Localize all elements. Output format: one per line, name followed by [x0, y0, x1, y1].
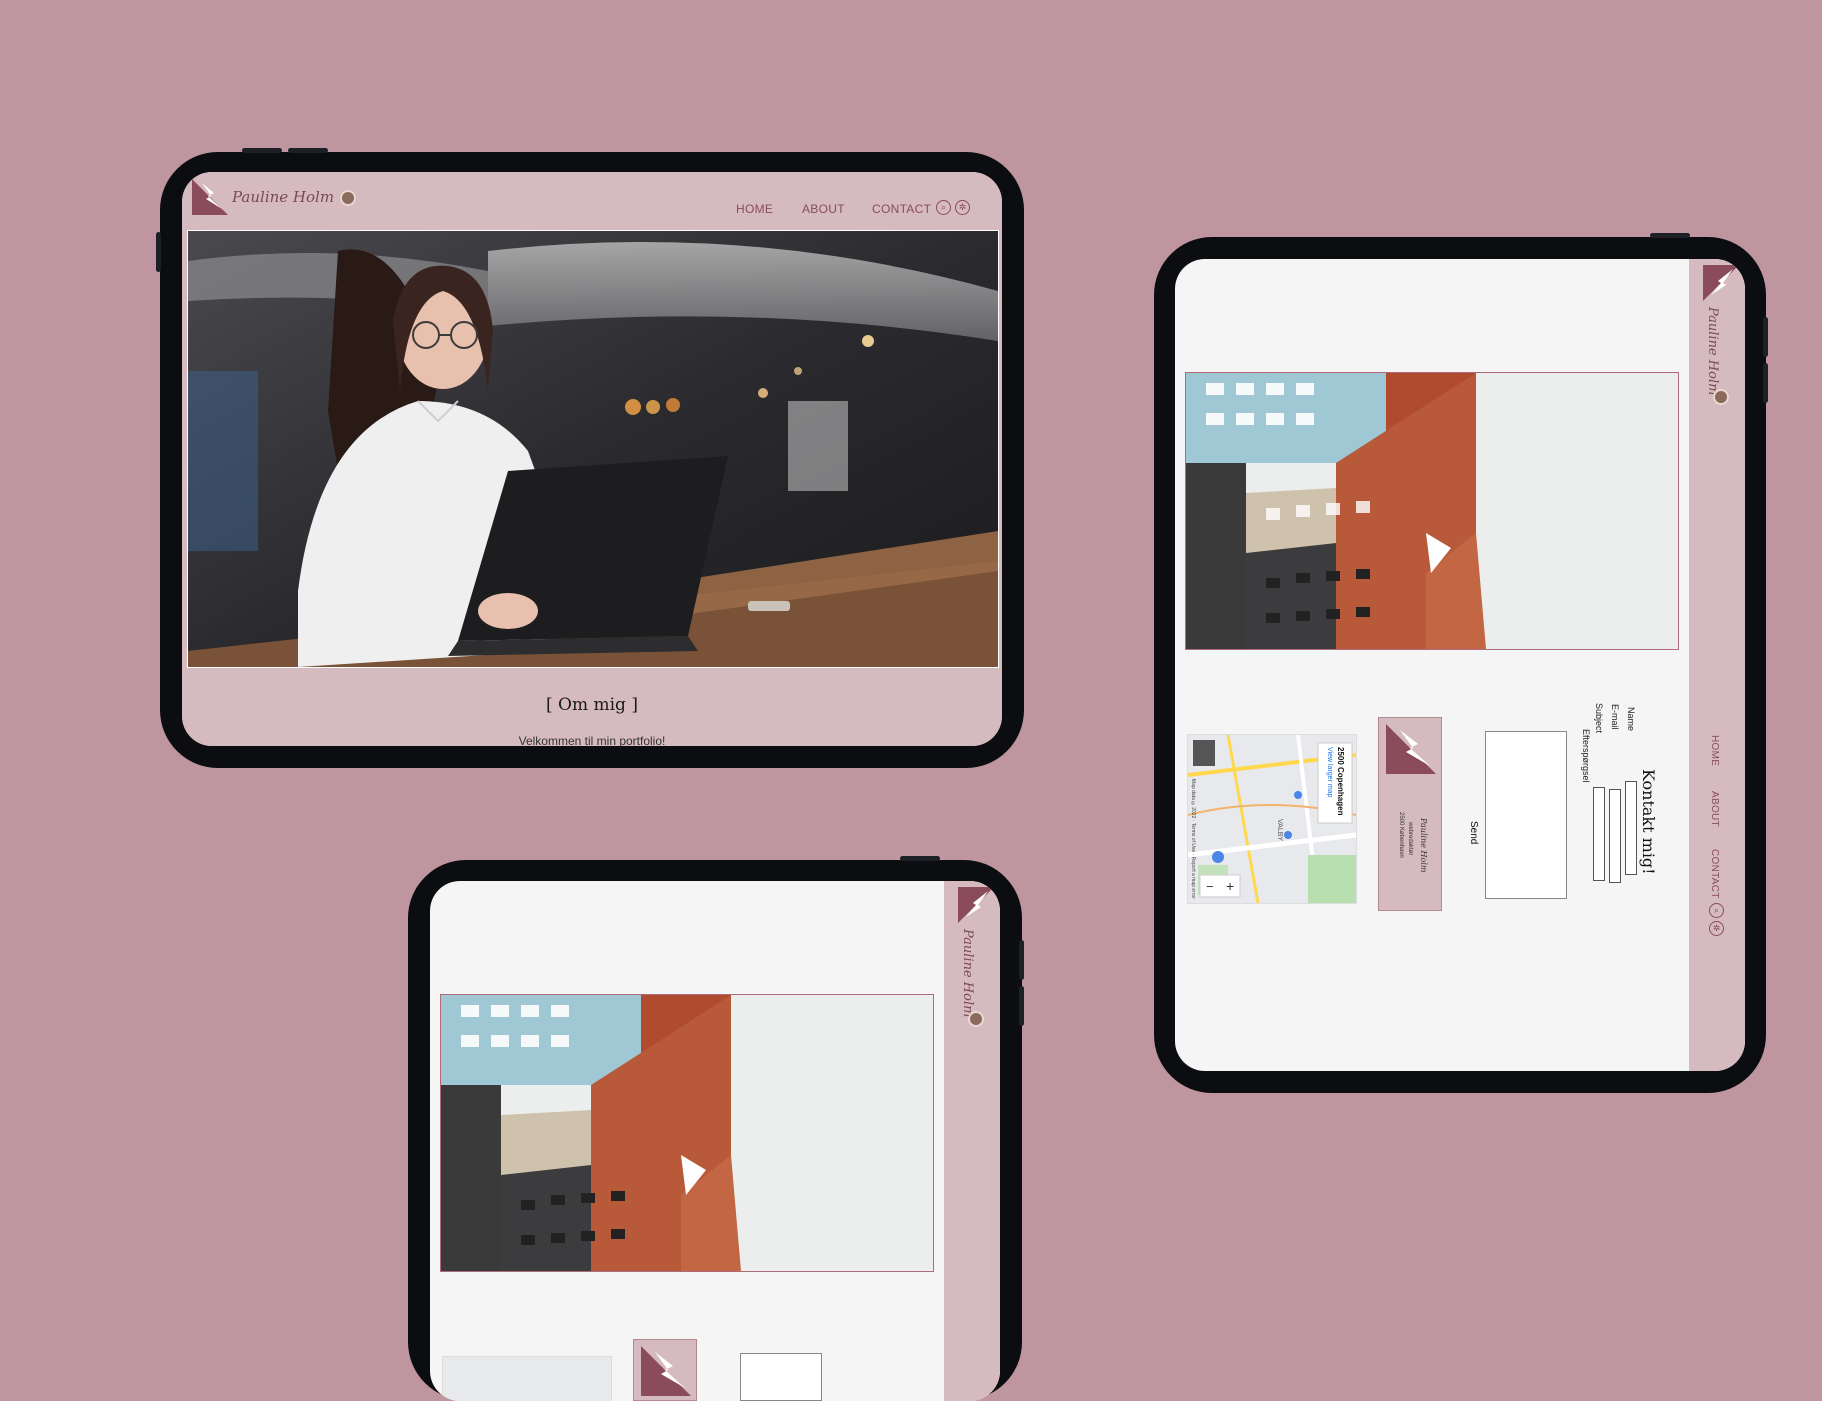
nav-contact[interactable]: CONTACT — [872, 202, 931, 216]
tablet-landscape-home: Pauline Holm HOME ABOUT CONTACT ⌕ ✲ [Om… — [156, 148, 1024, 768]
avatar-icon — [1713, 389, 1729, 405]
brand-name[interactable]: Pauline Holm — [960, 929, 975, 1017]
map-zoom-in-button[interactable]: + — [1226, 878, 1234, 894]
map-place: 2500 Copenhagen — [1336, 747, 1345, 816]
logo-icon[interactable] — [1703, 265, 1739, 301]
avatar-icon — [340, 190, 357, 206]
home-screen: Pauline Holm HOME ABOUT CONTACT ⌕ ✲ [Om… — [182, 172, 1002, 746]
email-label: E-mail — [1610, 704, 1620, 730]
nav-home[interactable]: HOME — [736, 202, 773, 216]
copenhagen-photo — [440, 994, 934, 1272]
name-field[interactable] — [1625, 781, 1637, 875]
name-label: Name — [1626, 707, 1636, 732]
nav-about[interactable]: ABOUT — [1709, 791, 1720, 827]
location-map[interactable] — [442, 1356, 612, 1401]
avatar-icon — [968, 1011, 984, 1027]
settings-icon[interactable]: ✲ — [955, 200, 970, 215]
card-address: 2500 København — [1398, 812, 1404, 858]
tablet-button — [1763, 317, 1768, 357]
copenhagen-photo — [1185, 372, 1679, 650]
brand-name[interactable]: Pauline Holm — [1705, 307, 1720, 395]
map-district: VALBY — [1276, 819, 1283, 842]
tablet-button — [242, 148, 282, 153]
site-sidebar: Pauline Holm — [944, 881, 1000, 1401]
subject-field[interactable] — [1593, 787, 1605, 881]
contact-screen: 2500 Copenhagen View larger map VALBY Ma… — [1175, 259, 1745, 1071]
map-attribution: Map data ©2022 · Terms of Use · Report a… — [1190, 779, 1196, 899]
logo-icon[interactable] — [958, 887, 994, 923]
logo-icon[interactable] — [192, 179, 228, 215]
subject-label: Subject — [1594, 703, 1604, 734]
nav-about[interactable]: ABOUT — [802, 202, 845, 216]
card-name: Pauline Holm — [1419, 818, 1428, 873]
tablet-button — [1019, 986, 1024, 1026]
tablet-button — [1763, 363, 1768, 403]
card-role: webredaktør — [1407, 822, 1413, 856]
card-logo-icon — [641, 1346, 691, 1396]
tablet-rotated-contact: 2500 Copenhagen View larger map VALBY Ma… — [1154, 233, 1768, 1093]
contact-screen-cropped: Pauline Holm — [430, 881, 1000, 1401]
search-icon[interactable]: ⌕ — [936, 200, 951, 215]
nav-home[interactable]: HOME — [1709, 735, 1720, 766]
message-textarea[interactable] — [740, 1353, 822, 1401]
site-sidebar: Pauline Holm HOME ABOUT CONTACT ⌕ ✲ — [1689, 259, 1745, 1071]
card-logo-icon — [1386, 724, 1436, 774]
contact-title: Kontakt mig! — [1639, 769, 1658, 875]
settings-icon[interactable]: ✲ — [1709, 921, 1724, 936]
site-brand[interactable]: Pauline Holm — [232, 188, 357, 206]
tablet-button — [288, 148, 328, 153]
tablet-button — [156, 232, 161, 272]
map-zoom-out-button[interactable]: − — [1206, 879, 1214, 894]
search-icon[interactable]: ⌕ — [1709, 903, 1724, 918]
about-title: [ Om mig ] — [546, 695, 638, 715]
send-button[interactable]: Send — [1468, 821, 1479, 844]
hero-photo — [187, 230, 999, 668]
tablet-button — [1650, 233, 1690, 238]
welcome-text: Velkommen til min portfolio! — [518, 734, 666, 746]
brand-name: Pauline Holm — [232, 188, 335, 206]
location-map[interactable]: 2500 Copenhagen View larger map VALBY Ma… — [1187, 734, 1357, 904]
message-textarea[interactable] — [1485, 731, 1567, 899]
tablet-button — [900, 856, 940, 861]
tablet-rotated-contact-cropped: Pauline Holm — [408, 856, 1024, 1401]
map-larger-link[interactable]: View larger map — [1326, 747, 1333, 797]
tablet-button — [1019, 940, 1024, 980]
site-header: Pauline Holm HOME ABOUT CONTACT ⌕ ✲ — [182, 172, 1002, 226]
business-card: Pauline Holm webredaktør 2500 København — [1378, 717, 1442, 911]
nav-contact[interactable]: CONTACT — [1709, 849, 1720, 899]
message-label: Efterspørgsel — [1581, 729, 1591, 783]
email-field[interactable] — [1609, 789, 1621, 883]
business-card — [633, 1339, 697, 1401]
